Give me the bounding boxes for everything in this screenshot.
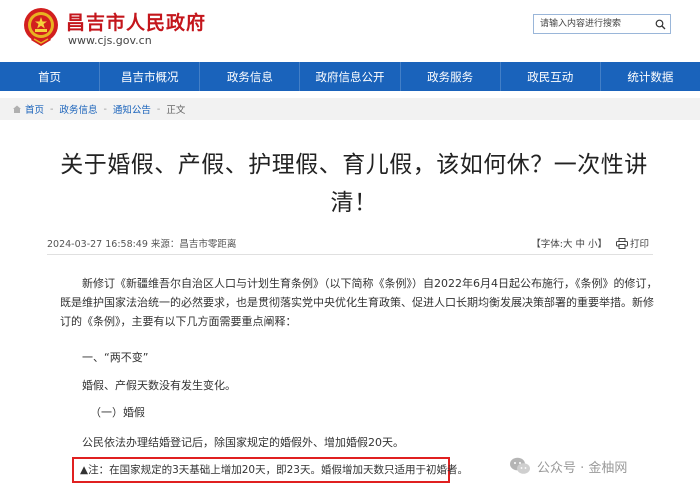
search-box bbox=[533, 14, 671, 34]
font-size-small[interactable]: 小】 bbox=[588, 236, 607, 250]
breadcrumb-home[interactable]: 首页 bbox=[25, 102, 44, 116]
main-nav: 首页 昌吉市概况 政务信息 政府信息公开 政务服务 政民互动 统计数据 bbox=[0, 62, 700, 91]
print-link[interactable]: 打印 bbox=[630, 236, 649, 250]
print-icon[interactable] bbox=[615, 237, 628, 249]
article-note: ▲注：在国家规定的3天基础上增加20天，即23天。婚假增加天数只适用于初婚者。 bbox=[80, 464, 468, 476]
meta-divider bbox=[47, 254, 653, 255]
nav-item-overview[interactable]: 昌吉市概况 bbox=[100, 62, 201, 91]
nav-item-info-disclosure[interactable]: 政府信息公开 bbox=[300, 62, 401, 91]
breadcrumb-current: 正文 bbox=[166, 105, 186, 116]
search-input[interactable] bbox=[534, 15, 652, 33]
home-icon bbox=[13, 105, 21, 113]
article-title: 关于婚假、产假、护理假、育儿假，该如何休？一次性讲 清！ bbox=[44, 146, 664, 222]
breadcrumb-notices[interactable]: 通知公告 bbox=[113, 102, 151, 116]
search-button[interactable] bbox=[650, 15, 670, 33]
article-paragraph-1: 新修订《新疆维吾尔自治区人口与计划生育条例》（以下简称《条例》）自2022年6月… bbox=[60, 277, 658, 328]
national-emblem-icon bbox=[24, 8, 58, 46]
watermark-text: 公众号 · 金柚网 bbox=[537, 460, 628, 476]
article-paragraph-2: 婚假、产假天数没有发生变化。 bbox=[82, 379, 236, 392]
article-title-line1: 关于婚假、产假、护理假、育儿假，该如何休？一次性讲 bbox=[60, 152, 648, 178]
breadcrumb: 首页 - 政务信息 - 通知公告 - 正文 bbox=[0, 98, 700, 120]
nav-item-gov-info[interactable]: 政务信息 bbox=[200, 62, 301, 91]
article-title-line2: 清！ bbox=[330, 190, 378, 216]
font-size-large[interactable]: 【字体:大 bbox=[531, 236, 572, 250]
breadcrumb-gov-info[interactable]: 政务信息 bbox=[59, 102, 97, 116]
site-url: www.cjs.gov.cn bbox=[68, 34, 152, 47]
site-header: 昌吉市人民政府 www.cjs.gov.cn bbox=[0, 0, 700, 62]
nav-item-statistics[interactable]: 统计数据 bbox=[601, 62, 700, 91]
article-subheading: （一）婚假 bbox=[90, 406, 145, 419]
breadcrumb-separator: - bbox=[156, 103, 161, 115]
font-size-medium[interactable]: 中 bbox=[575, 236, 585, 250]
article-tools: 【字体:大 中 小】 打印 bbox=[531, 236, 652, 250]
nav-item-interaction[interactable]: 政民互动 bbox=[501, 62, 601, 91]
site-name[interactable]: 昌吉市人民政府 bbox=[66, 8, 206, 35]
wechat-watermark: 公众号 · 金柚网 bbox=[509, 456, 627, 476]
article-paragraph-3: 公民依法办理结婚登记后，除国家规定的婚假外、增加婚假20天。 bbox=[82, 436, 404, 449]
nav-item-gov-service[interactable]: 政务服务 bbox=[401, 62, 501, 91]
search-icon bbox=[655, 19, 665, 29]
breadcrumb-separator: - bbox=[50, 103, 54, 115]
article-meta: 2024-03-27 16:58:49 来源：昌吉市零距离 bbox=[47, 239, 237, 250]
wechat-icon bbox=[510, 457, 530, 474]
article-section-heading: 一、“两不变” bbox=[82, 351, 149, 364]
breadcrumb-separator: - bbox=[103, 103, 107, 115]
nav-item-home[interactable]: 首页 bbox=[0, 62, 101, 91]
